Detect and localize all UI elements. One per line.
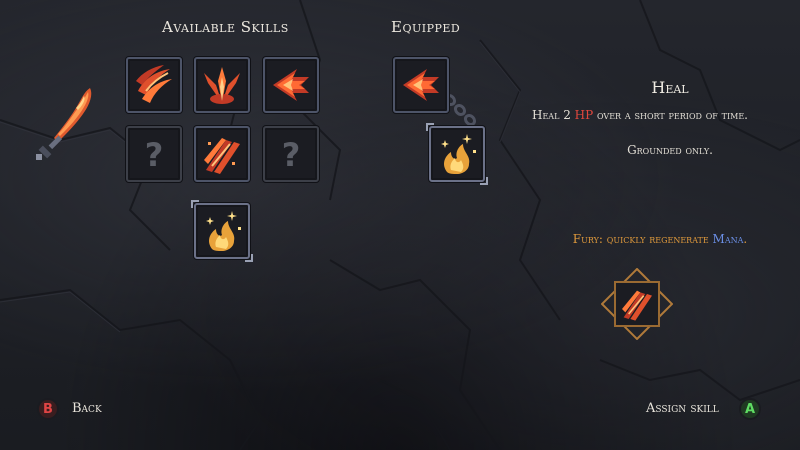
flame-claw-icon (136, 65, 172, 103)
a-button-icon[interactable]: A (739, 398, 761, 420)
unknown-skill-icon: ? (145, 136, 164, 174)
heal-flame-icon (206, 211, 241, 251)
skill-slot-locked-2[interactable]: ? (263, 126, 319, 182)
back-button[interactable]: Back (72, 401, 102, 416)
flame-arrow-icon (273, 69, 309, 101)
fury-skill-frame (601, 268, 673, 340)
skill-slot-flame-claw[interactable] (126, 57, 182, 113)
hp-keyword: HP (574, 108, 594, 122)
unknown-skill-icon: ? (282, 136, 301, 174)
fury-text: . (743, 232, 748, 246)
fire-slash-icon (622, 290, 652, 321)
equipped-slot-2[interactable] (426, 123, 488, 185)
fire-slash-icon (204, 138, 240, 174)
equipped-heading: Equipped (391, 18, 461, 36)
fire-burst-icon (204, 67, 240, 104)
skill-title: Heal (651, 78, 689, 97)
selection-corner (480, 177, 488, 185)
available-skills-heading: Available Skills (162, 18, 289, 36)
fury-text: Fury: quickly regenerate (572, 232, 713, 246)
unknown-skill-mark: ? (282, 136, 301, 174)
skill-note: Grounded only. (627, 143, 713, 157)
heal-flame-icon (441, 134, 476, 174)
skill-slot-fire-slash[interactable] (194, 126, 250, 182)
skill-slot-heal[interactable] (191, 200, 253, 262)
flame-arrow-icon (403, 69, 439, 101)
assign-skill-button[interactable]: Assign skill (646, 401, 719, 416)
fury-description: Fury: quickly regenerate Mana. (510, 232, 800, 246)
unknown-skill-mark: ? (145, 136, 164, 174)
skill-slot-locked-1[interactable]: ? (126, 126, 182, 182)
flame-sword-icon (36, 88, 92, 160)
selection-corner (245, 254, 253, 262)
skill-slot-flame-arrow[interactable] (263, 57, 319, 113)
skill-slot-fire-burst[interactable] (194, 57, 250, 113)
equipped-slot-1[interactable] (393, 57, 449, 113)
skill-description-text: Heal 2 (531, 108, 575, 122)
skill-description: Heal 2 HP over a short period of time. (490, 108, 790, 122)
mana-keyword: Mana (712, 232, 744, 246)
b-button-icon[interactable]: B (37, 398, 59, 420)
skill-description-text: over a short period of time. (593, 108, 748, 122)
